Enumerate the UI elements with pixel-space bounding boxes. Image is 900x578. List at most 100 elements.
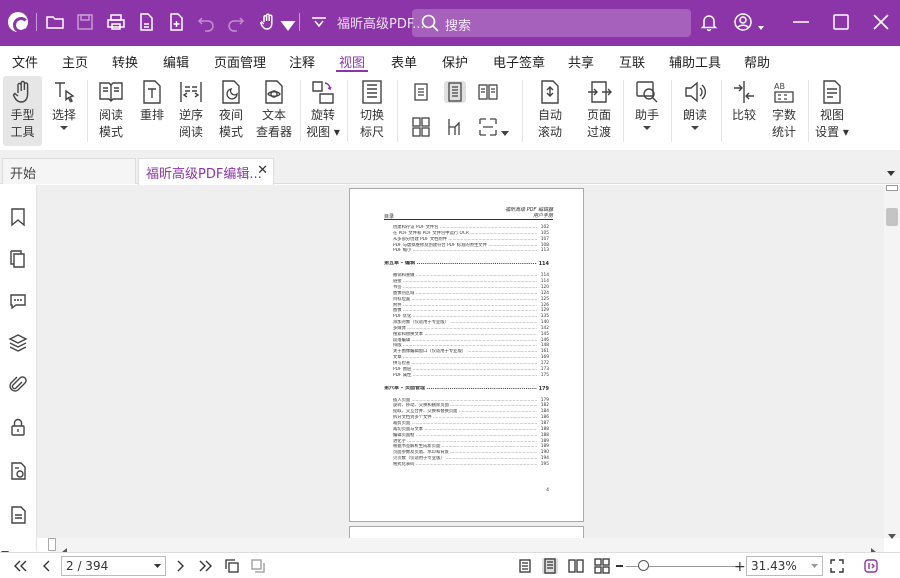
bookmark-icon[interactable] [8, 207, 28, 227]
horizontal-scrollbar[interactable] [48, 538, 884, 556]
toggle-ruler-button[interactable]: 切换 标尺 [354, 76, 390, 146]
menu-share[interactable]: 共享 [568, 52, 594, 71]
toc-entry[interactable]: 创建和存证 PDF 文件包 ..........................… [393, 225, 537, 230]
maximize-button[interactable] [831, 12, 851, 32]
previous-view-icon[interactable] [224, 558, 240, 574]
first-page-icon[interactable] [12, 558, 28, 574]
toc-entry[interactable]: PDF 图层 .................................… [393, 367, 537, 372]
toc-entry[interactable]: 搜索和替换文本 ................................… [393, 332, 537, 337]
toc-entry[interactable]: 图像热区域 ..................................… [393, 291, 537, 296]
continuous-facing-view-icon[interactable] [594, 558, 610, 574]
close-button[interactable] [871, 12, 891, 32]
menu-protect[interactable]: 保护 [442, 52, 468, 71]
toc-entry[interactable]: PDF 优化 .................................… [393, 314, 537, 319]
zoom-in-button[interactable]: + [734, 559, 746, 575]
auto-scroll-button[interactable]: 自动 滚动 [533, 76, 567, 146]
toc-chapter-entry[interactable]: 第六章 – 页面管理 .............................… [384, 386, 537, 391]
toc-entry[interactable]: 关于图像编辑窗口（仅适用于专业版） ......................… [393, 349, 537, 354]
menu-view[interactable]: 视图 [339, 52, 365, 71]
previous-page-icon[interactable] [39, 558, 55, 574]
menu-convert[interactable]: 转换 [112, 52, 138, 71]
toc-entry[interactable]: 段落编辑 ...................................… [393, 338, 537, 343]
toc-entry[interactable]: 旋转、移动、交换和删除页面 ..........................… [393, 403, 537, 408]
facing-view-icon[interactable] [568, 558, 584, 574]
scroll-up-button[interactable] [886, 185, 898, 191]
bell-icon[interactable] [699, 12, 719, 32]
read-aloud-button[interactable]: 朗读 [678, 76, 712, 146]
scrollbar-thumb[interactable] [886, 208, 898, 226]
chevron-down-icon[interactable] [756, 17, 766, 30]
tab-list-chevron-icon[interactable] [886, 163, 896, 176]
select-button[interactable]: 选择 [46, 76, 82, 146]
toc-entry[interactable]: 拆分文档到多个文件 ..............................… [393, 415, 537, 420]
save-icon[interactable] [75, 12, 95, 32]
zoom-slider-thumb[interactable] [637, 560, 649, 571]
vertical-scrollbar[interactable] [884, 185, 900, 539]
word-count-button[interactable]: AB 字数 统计 [767, 76, 801, 146]
chevron-down-icon[interactable] [1, 542, 9, 556]
scroll-left-icon[interactable] [62, 541, 68, 556]
hand-tool-icon[interactable] [258, 12, 278, 32]
toc-entry[interactable]: 多媒体 ....................................… [393, 326, 537, 331]
menu-edit[interactable]: 编辑 [163, 52, 189, 71]
tab-document[interactable]: 福昕高级PDF编辑... ✕ [138, 158, 274, 185]
toc-entry[interactable]: 进化字 ....................................… [393, 439, 537, 444]
next-page-icon[interactable] [172, 558, 188, 574]
toc-entry[interactable]: 撤销和重做 ..................................… [393, 273, 537, 278]
fullscreen-icon[interactable] [829, 558, 845, 574]
toc-entry[interactable]: PDF 缩小 .................................… [393, 248, 537, 253]
security-lock-icon[interactable] [8, 417, 28, 437]
chevron-down-icon[interactable] [500, 123, 510, 136]
menu-home[interactable]: 主页 [62, 52, 88, 71]
toc-entry[interactable]: 根据书签解析生成新页面 ............................… [393, 444, 537, 449]
toc-entry[interactable]: 目标位置 ...................................… [393, 297, 537, 302]
comments-icon[interactable] [8, 291, 28, 311]
toc-entry[interactable]: 拼写检查 ...................................… [393, 361, 537, 366]
toc-entry[interactable]: 链接 .....................................… [393, 279, 537, 284]
redo-icon[interactable] [226, 12, 246, 32]
document-viewer[interactable]: 福昕高级 PDF 编辑器 用户手册 目录 创建和存证 PDF 文件包 .....… [37, 185, 884, 540]
toc-entry[interactable]: PDF 属性 .................................… [393, 373, 537, 378]
toc-entry[interactable]: 贝茨数（仅适用于专业版） ...........................… [393, 456, 537, 461]
layers-icon[interactable] [8, 333, 28, 353]
close-tab-icon[interactable]: ✕ [257, 163, 268, 178]
page-display-icon[interactable] [477, 116, 499, 138]
toc-entry[interactable]: 文章 .....................................… [393, 355, 537, 360]
toc-entry[interactable]: 编辑页面框 ..................................… [393, 433, 537, 438]
toc-entry[interactable]: 书签 .....................................… [393, 285, 537, 290]
read-mode-button[interactable]: 阅读 模式 [94, 76, 128, 146]
customize-toolbar-icon[interactable] [309, 12, 329, 32]
toc-entry[interactable]: 附件 .....................................… [393, 303, 537, 308]
new-document-icon[interactable] [166, 12, 186, 32]
toc-chapter-entry[interactable]: 第五章 – 编辑 ...............................… [384, 261, 537, 266]
text-viewer-button[interactable]: 文本 查看器 [254, 76, 294, 146]
print-icon[interactable] [106, 12, 126, 32]
rotate-view-button[interactable]: 旋转 视图 ▾ [305, 76, 341, 146]
zoom-level-input[interactable]: 31.43% [746, 556, 823, 576]
menu-help[interactable]: 帮助 [744, 52, 770, 71]
toc-entry[interactable]: 格式化表码 ..................................… [393, 462, 537, 467]
view-settings-button[interactable]: 视图 设置 ▾ [814, 76, 850, 146]
chevron-down-icon[interactable] [278, 16, 296, 31]
compare-button[interactable]: 比较 [727, 76, 761, 146]
toc-entry[interactable]: 裁剪页面 ...................................… [393, 421, 537, 426]
toc-entry[interactable]: 添加对象（仅适用于专业版） ..........................… [393, 320, 537, 325]
hand-tool-button[interactable]: 手型 工具 [3, 76, 42, 146]
toc-entry[interactable]: 页面参数及页眉、水印和背景 ..........................… [393, 450, 537, 455]
toc-entry[interactable]: 从多部分创建 PDF 文档附件 ........................… [393, 237, 537, 242]
scroll-right-icon[interactable] [870, 541, 876, 556]
toc-entry[interactable]: 排版 .....................................… [393, 343, 537, 348]
toc-entry[interactable]: 提取、交互合并、交换和替换页面 ........................… [393, 409, 537, 414]
menu-form[interactable]: 表单 [391, 52, 417, 71]
page-transition-button[interactable]: 页面 过渡 [582, 76, 616, 146]
page-thumbnails-icon[interactable] [8, 249, 28, 269]
toc-entry[interactable]: 在 PDF 文件和 PDF 文件包中运行 OCR ...............… [393, 231, 537, 236]
minimize-button[interactable] [791, 12, 811, 32]
menu-file[interactable]: 文件 [12, 52, 38, 71]
search-box[interactable]: 搜索 [412, 9, 691, 37]
signature-panel-icon[interactable] [8, 461, 28, 481]
reflow-button[interactable]: 重排 [136, 76, 168, 146]
single-page-view-icon[interactable] [517, 558, 533, 574]
zoom-out-button[interactable] [616, 565, 623, 567]
account-icon[interactable] [733, 12, 753, 32]
